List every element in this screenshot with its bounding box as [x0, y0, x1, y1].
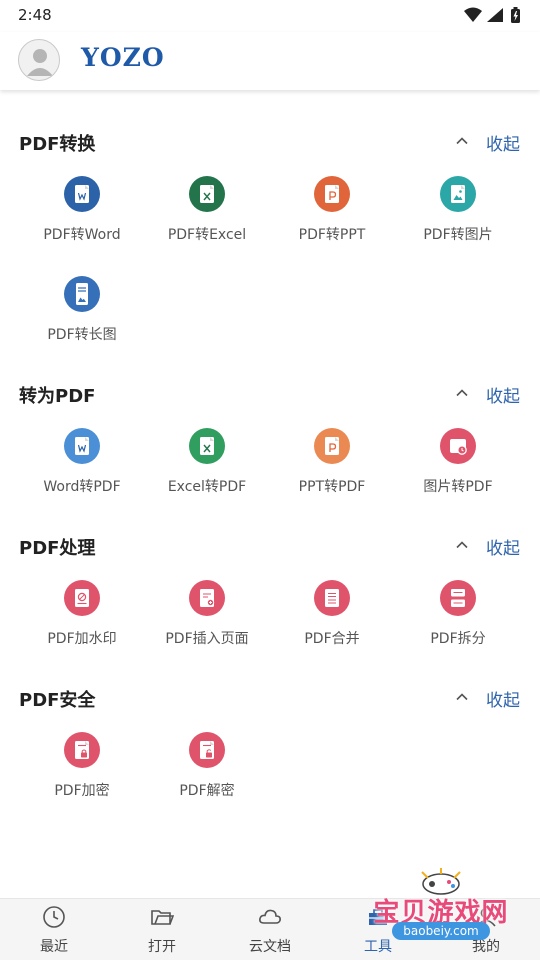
tool-item[interactable]: PPT转PDF [269, 428, 395, 508]
tool-label: PDF转PPT [298, 227, 366, 243]
unlock-doc-icon [189, 732, 225, 768]
nav-label: 打开 [148, 939, 176, 955]
section-header: PDF处理 收起 [0, 524, 540, 568]
tool-label: Excel转PDF [167, 479, 247, 495]
nav-label: 最近 [40, 939, 68, 955]
insert-page-icon [189, 580, 225, 616]
battery-icon [511, 7, 520, 23]
app-header: YOZO [0, 32, 540, 90]
excel-doc-icon [189, 428, 225, 464]
section-title: 转为PDF [19, 386, 96, 407]
tool-label: PDF插入页面 [165, 631, 249, 647]
nav-item-toolbox[interactable]: 工具 [324, 899, 432, 960]
clock-icon [42, 905, 66, 929]
collapse-button[interactable]: 收起 [486, 686, 520, 711]
tool-item[interactable]: PDF合并 [269, 580, 395, 660]
tool-section: PDF转换 收起 PDF转Word PDF转Excel PDF转PPT PDF转图片 PDF… [0, 120, 540, 343]
avatar[interactable] [18, 39, 60, 81]
section-title: PDF转换 [19, 134, 96, 155]
tool-label: PDF加水印 [47, 631, 117, 647]
tool-item[interactable]: PDF拆分 [395, 580, 521, 660]
nav-item-clock[interactable]: 最近 [0, 899, 108, 960]
merge-icon [314, 580, 350, 616]
tool-item[interactable]: Word转PDF [19, 428, 145, 508]
section-header: PDF转换 收起 [0, 120, 540, 164]
tool-section: PDF处理 收起 PDF加水印 PDF插入页面 PDF合并 PDF拆分 [0, 524, 540, 647]
signal-icon [487, 8, 503, 22]
tool-item[interactable]: PDF转Excel [144, 176, 270, 256]
image-to-pdf-icon [440, 428, 476, 464]
ppt-doc-icon [314, 176, 350, 212]
tool-label: Word转PDF [43, 479, 121, 495]
tool-item[interactable]: PDF转长图 [19, 276, 145, 356]
tool-label: PPT转PDF [298, 479, 366, 495]
wifi-icon [464, 7, 482, 22]
split-icon [440, 580, 476, 616]
nav-label: 我的 [472, 939, 500, 955]
tool-item[interactable]: PDF转图片 [395, 176, 521, 256]
tool-label: PDF拆分 [430, 631, 486, 647]
section-header: PDF安全 收起 [0, 676, 540, 720]
chevron-up-icon[interactable] [455, 690, 469, 704]
tool-item[interactable]: PDF加密 [19, 732, 145, 812]
watermark-icon [64, 580, 100, 616]
chevron-up-icon[interactable] [455, 386, 469, 400]
tool-item[interactable]: PDF解密 [144, 732, 270, 812]
cloud-icon [258, 905, 282, 929]
tool-label: PDF转图片 [423, 227, 493, 243]
tool-section: PDF安全 收起 PDF加密 PDF解密 [0, 676, 540, 799]
tool-section: 转为PDF 收起 Word转PDF Excel转PDF PPT转PDF 图片转PDF [0, 372, 540, 495]
tool-item[interactable]: PDF转Word [19, 176, 145, 256]
tool-item[interactable]: PDF插入页面 [144, 580, 270, 660]
person-icon [474, 905, 498, 929]
toolbox-icon [366, 905, 390, 929]
excel-doc-icon [189, 176, 225, 212]
nav-item-folder[interactable]: 打开 [108, 899, 216, 960]
section-title: PDF处理 [19, 538, 96, 559]
avatar-person-icon [27, 49, 53, 76]
folder-icon [150, 905, 175, 929]
tool-item[interactable]: PDF加水印 [19, 580, 145, 660]
tool-label: PDF转Excel [167, 227, 247, 243]
section-title: PDF安全 [19, 690, 96, 711]
ppt-doc-icon [314, 428, 350, 464]
nav-item-person[interactable]: 我的 [432, 899, 540, 960]
image-doc-icon [440, 176, 476, 212]
nav-item-cloud[interactable]: 云文档 [216, 899, 324, 960]
nav-label: 工具 [364, 939, 392, 955]
tool-item[interactable]: Excel转PDF [144, 428, 270, 508]
tool-label: PDF加密 [54, 783, 110, 799]
status-bar: 2:48 [0, 0, 540, 32]
bottom-nav: 最近 打开 云文档 工具 我的 [0, 898, 540, 960]
collapse-button[interactable]: 收起 [486, 534, 520, 559]
nav-label: 云文档 [249, 939, 291, 955]
tool-label: 图片转PDF [423, 479, 493, 495]
collapse-button[interactable]: 收起 [486, 382, 520, 407]
tools-content: PDF转换 收起 PDF转Word PDF转Excel PDF转PPT PDF转图片 PDF… [0, 90, 540, 898]
chevron-up-icon[interactable] [455, 134, 469, 148]
status-time: 2:48 [18, 6, 52, 24]
tool-label: PDF合并 [304, 631, 360, 647]
tool-item[interactable]: PDF转PPT [269, 176, 395, 256]
tool-item[interactable]: 图片转PDF [395, 428, 521, 508]
section-header: 转为PDF 收起 [0, 372, 540, 416]
collapse-button[interactable]: 收起 [486, 130, 520, 155]
word-doc-icon [64, 176, 100, 212]
brand-logo: YOZO [81, 43, 165, 72]
tool-label: PDF转长图 [47, 327, 117, 343]
chevron-up-icon[interactable] [455, 538, 469, 552]
tool-label: PDF解密 [179, 783, 235, 799]
long-image-icon [64, 276, 100, 312]
word-doc-icon [64, 428, 100, 464]
tool-label: PDF转Word [43, 227, 121, 243]
status-icons [464, 7, 520, 23]
lock-doc-icon [64, 732, 100, 768]
